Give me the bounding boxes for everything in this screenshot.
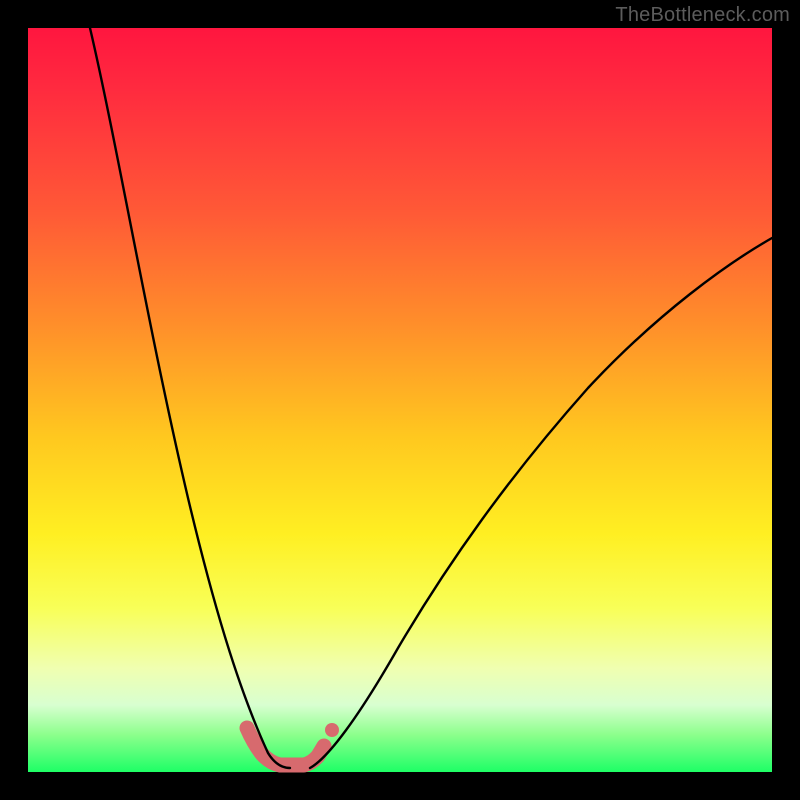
plot-area: [28, 28, 772, 772]
chart-frame: TheBottleneck.com: [0, 0, 800, 800]
right-curve: [310, 238, 772, 768]
left-curve: [90, 28, 290, 768]
watermark-label: TheBottleneck.com: [615, 4, 790, 27]
highlight-dot: [325, 723, 339, 737]
curve-layer: [28, 28, 772, 772]
